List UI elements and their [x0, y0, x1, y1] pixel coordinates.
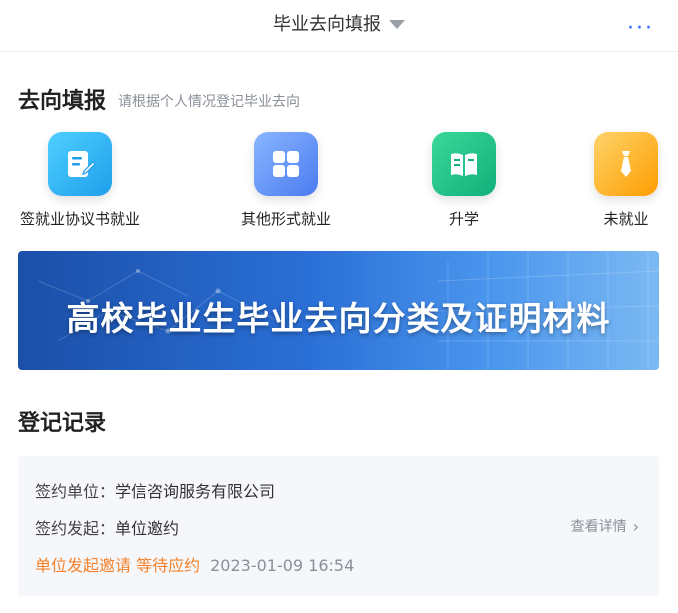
more-menu-button[interactable]: ··· — [627, 16, 654, 41]
page-title-dropdown[interactable]: 毕业去向填报 — [0, 13, 678, 37]
page-title: 毕业去向填报 — [273, 14, 381, 35]
initiator-key: 签约发起： — [35, 519, 116, 538]
records-title: 登记记录 — [18, 411, 107, 436]
option-other-employment[interactable]: 其他形式就业 — [232, 132, 340, 229]
banner-title: 高校毕业生毕业去向分类及证明材料 — [66, 299, 611, 338]
status-text: 单位发起邀请 等待应约 — [35, 556, 201, 575]
initiator-value: 单位邀约 — [115, 519, 180, 538]
record-time: 2023-01-09 16:54 — [210, 556, 355, 575]
chevron-right-icon: › — [632, 517, 639, 536]
materials-banner[interactable]: 高校毕业生毕业去向分类及证明材料 — [18, 251, 659, 370]
section-subtitle: 请根据个人情况登记毕业去向 — [118, 94, 301, 110]
contract-edit-icon — [48, 132, 112, 196]
tie-icon — [594, 132, 658, 196]
destination-options: 签就业协议书就业 其他形式就业 升学 未就业 — [0, 132, 678, 232]
chevron-down-icon — [389, 19, 405, 29]
option-further-study[interactable]: 升学 — [432, 132, 496, 229]
unit-key: 签约单位： — [35, 482, 116, 501]
record-card[interactable]: 签约单位：学信咨询服务有限公司 签约发起：单位邀约 单位发起邀请 等待应约 202… — [18, 456, 659, 596]
book-icon — [432, 132, 496, 196]
unit-value: 学信咨询服务有限公司 — [115, 482, 276, 501]
top-bar: 毕业去向填报 ··· — [0, 0, 678, 52]
record-status-row: 单位发起邀请 等待应约 2023-01-09 16:54 — [35, 552, 354, 576]
record-initiator-row: 签约发起：单位邀约 — [35, 515, 179, 539]
grid-apps-icon — [254, 132, 318, 196]
record-unit-row: 签约单位：学信咨询服务有限公司 — [35, 478, 275, 502]
view-details-label: 查看详情 — [570, 519, 627, 535]
section-title: 去向填报 — [18, 89, 107, 114]
section-header: 去向填报 请根据个人情况登记毕业去向 — [18, 83, 300, 115]
view-details-link[interactable]: 查看详情 › — [571, 516, 639, 536]
option-label: 其他形式就业 — [240, 210, 331, 228]
option-label: 未就业 — [603, 210, 649, 228]
option-label: 签就业协议书就业 — [19, 210, 140, 228]
option-contract-employment[interactable]: 签就业协议书就业 — [18, 132, 142, 229]
option-label: 升学 — [448, 210, 479, 228]
option-unemployed[interactable]: 未就业 — [594, 132, 658, 229]
